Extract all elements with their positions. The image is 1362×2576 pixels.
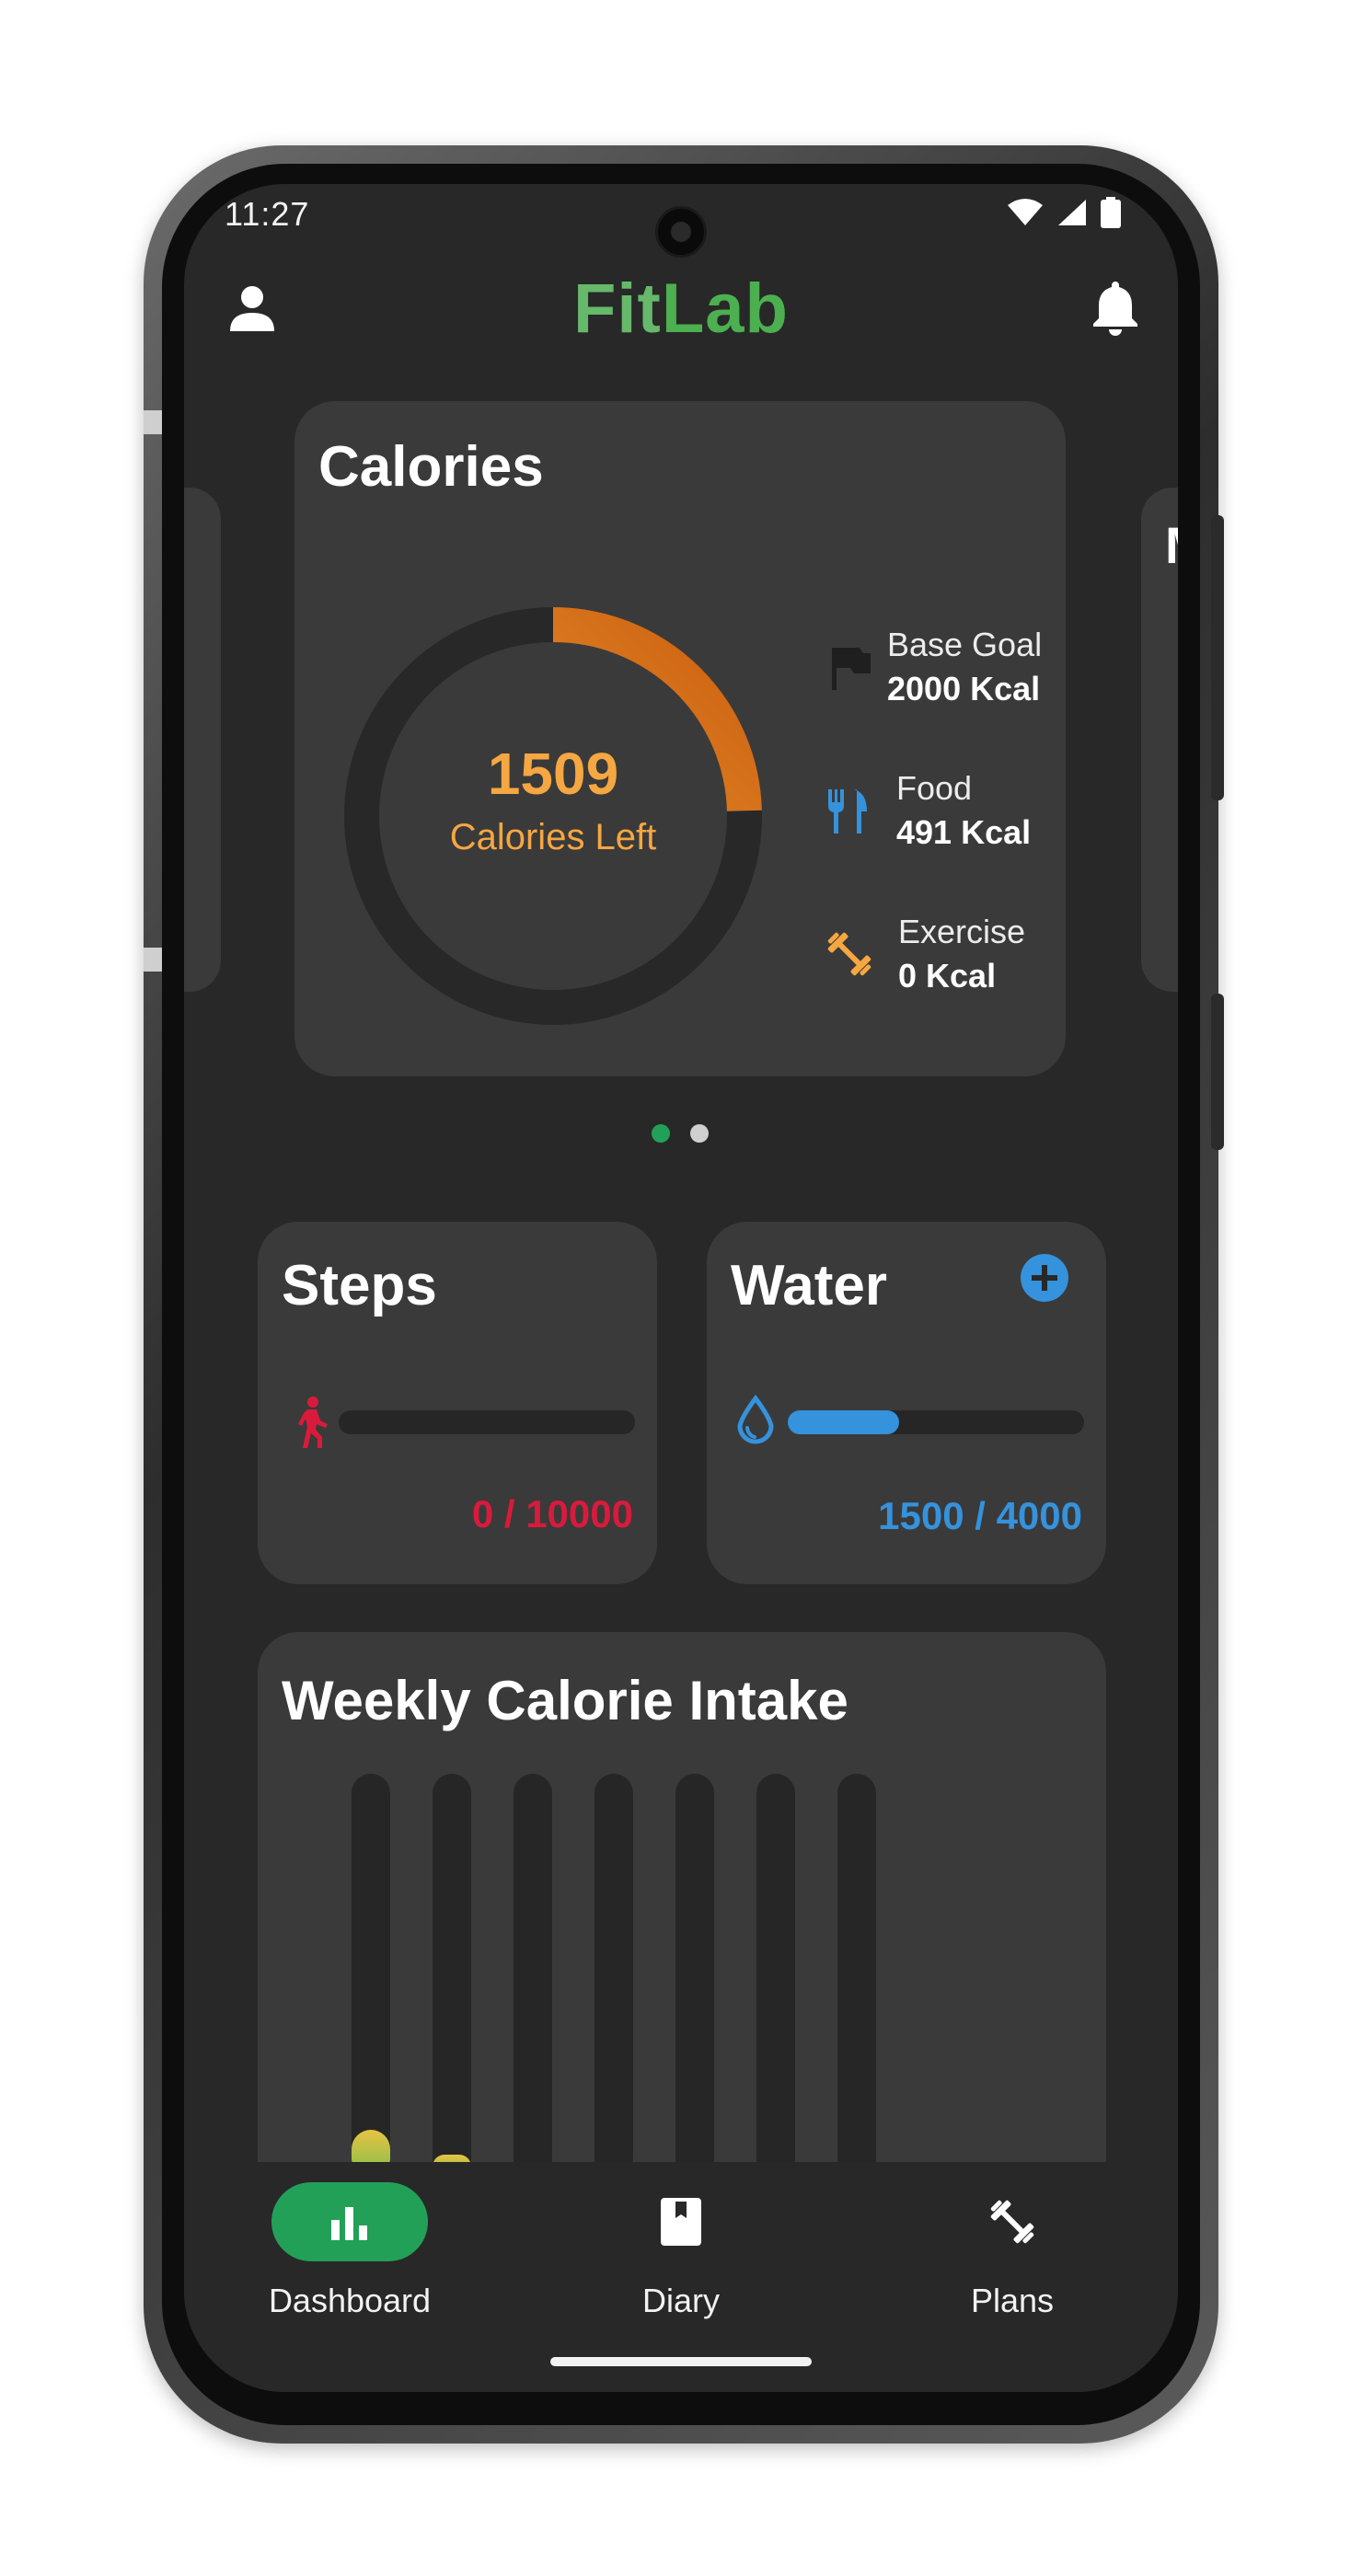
pager-dot[interactable] — [690, 1124, 709, 1143]
carousel-pager — [652, 1124, 709, 1143]
water-title: Water — [731, 1254, 887, 1317]
flag-icon — [832, 648, 871, 690]
steps-count: 0 / 10000 — [471, 1492, 633, 1535]
nav-diary-label: Diary — [641, 2282, 720, 2319]
dumbbell-icon — [990, 2200, 1034, 2244]
water-card[interactable]: Water 1500 / 4000 — [707, 1222, 1106, 1584]
weekly-bar-track — [837, 1774, 876, 2179]
wifi-icon — [1008, 199, 1043, 225]
nav-dashboard-indicator[interactable] — [271, 2182, 428, 2261]
nav-dashboard[interactable]: Dashboard — [212, 2182, 488, 2320]
notifications-button[interactable] — [1088, 278, 1143, 337]
frame-notch-top — [144, 410, 162, 434]
nav-diary[interactable]: Diary — [543, 2182, 819, 2320]
calories-ring-center: 1509 Calories Left — [342, 740, 764, 858]
calories-remaining: 1509 — [487, 741, 619, 807]
nav-plans[interactable]: Plans — [874, 2182, 1150, 2320]
nav-diary-indicator[interactable] — [603, 2182, 759, 2261]
front-camera — [655, 206, 707, 258]
steps-title: Steps — [282, 1254, 437, 1317]
app-title-part2: Lab — [661, 270, 789, 348]
weekly-bar-track — [514, 1774, 552, 2179]
status-time: 11:27 — [225, 195, 310, 233]
bell-icon — [1093, 282, 1137, 336]
calories-ring: 1509 Calories Left — [342, 605, 764, 1027]
stat-base-goal-label: Base Goal — [887, 626, 1043, 663]
nav-plans-indicator[interactable] — [934, 2182, 1091, 2261]
add-circle-icon[interactable] — [1020, 1253, 1069, 1303]
weekly-bar-track — [675, 1774, 714, 2179]
carousel-next-card[interactable]: M — [1141, 488, 1178, 992]
water-drop-icon — [737, 1395, 774, 1444]
next-card-title-peek: M — [1165, 515, 1178, 575]
status-bar: 11:27 — [184, 184, 1178, 258]
nav-dashboard-label: Dashboard — [268, 2282, 432, 2319]
stat-food-label: Food — [896, 769, 973, 807]
stat-exercise-label: Exercise — [898, 913, 1026, 950]
utensils-icon — [828, 789, 867, 834]
app-screen: 11:27 FitLab M — [184, 184, 1178, 2392]
power-button — [1211, 994, 1224, 1150]
app-title: FitLab — [184, 269, 1178, 349]
water-count: 1500 / 4000 — [878, 1494, 1082, 1537]
weekly-bar-track — [594, 1774, 633, 2179]
status-icons — [1007, 197, 1121, 228]
calories-card[interactable]: Calories 1509 Calories Left Base Goal 20… — [294, 401, 1066, 1076]
dumbbell-icon — [827, 932, 871, 976]
stat-exercise: Exercise 0 Kcal — [823, 913, 1025, 995]
calories-remaining-label: Calories Left — [449, 817, 657, 857]
battery-icon — [1101, 197, 1121, 228]
volume-button — [1211, 515, 1224, 800]
stat-food: Food 491 Kcal — [823, 769, 1031, 852]
app-title-part1: Fit — [573, 270, 662, 348]
stat-exercise-value: 0 Kcal — [898, 957, 997, 995]
pager-dot-active[interactable] — [652, 1124, 670, 1143]
stat-food-value: 491 Kcal — [896, 813, 1032, 851]
calories-title: Calories — [318, 435, 544, 499]
nav-plans-label: Plans — [970, 2282, 1055, 2319]
weekly-bar-track — [352, 1774, 390, 2179]
stat-base-goal: Base Goal 2000 Kcal — [823, 626, 1042, 708]
water-progress-fill — [788, 1410, 899, 1434]
cellular-signal-icon — [1058, 200, 1086, 225]
frame-notch-bottom — [144, 948, 162, 972]
carousel-prev-card[interactable] — [184, 488, 221, 992]
stat-base-goal-value: 2000 Kcal — [887, 670, 1041, 707]
water-progress-bar — [788, 1410, 1084, 1434]
walking-icon — [298, 1397, 328, 1448]
weekly-bar-track — [433, 1774, 471, 2179]
steps-card[interactable]: Steps 0 / 10000 — [258, 1222, 657, 1584]
book-icon — [661, 2198, 701, 2246]
weekly-calorie-title: Weekly Calorie Intake — [282, 1670, 848, 1731]
steps-progress-bar — [339, 1410, 635, 1434]
bar-chart-icon — [331, 2207, 367, 2240]
home-indicator[interactable] — [550, 2357, 812, 2366]
weekly-bar-track — [756, 1774, 795, 2179]
